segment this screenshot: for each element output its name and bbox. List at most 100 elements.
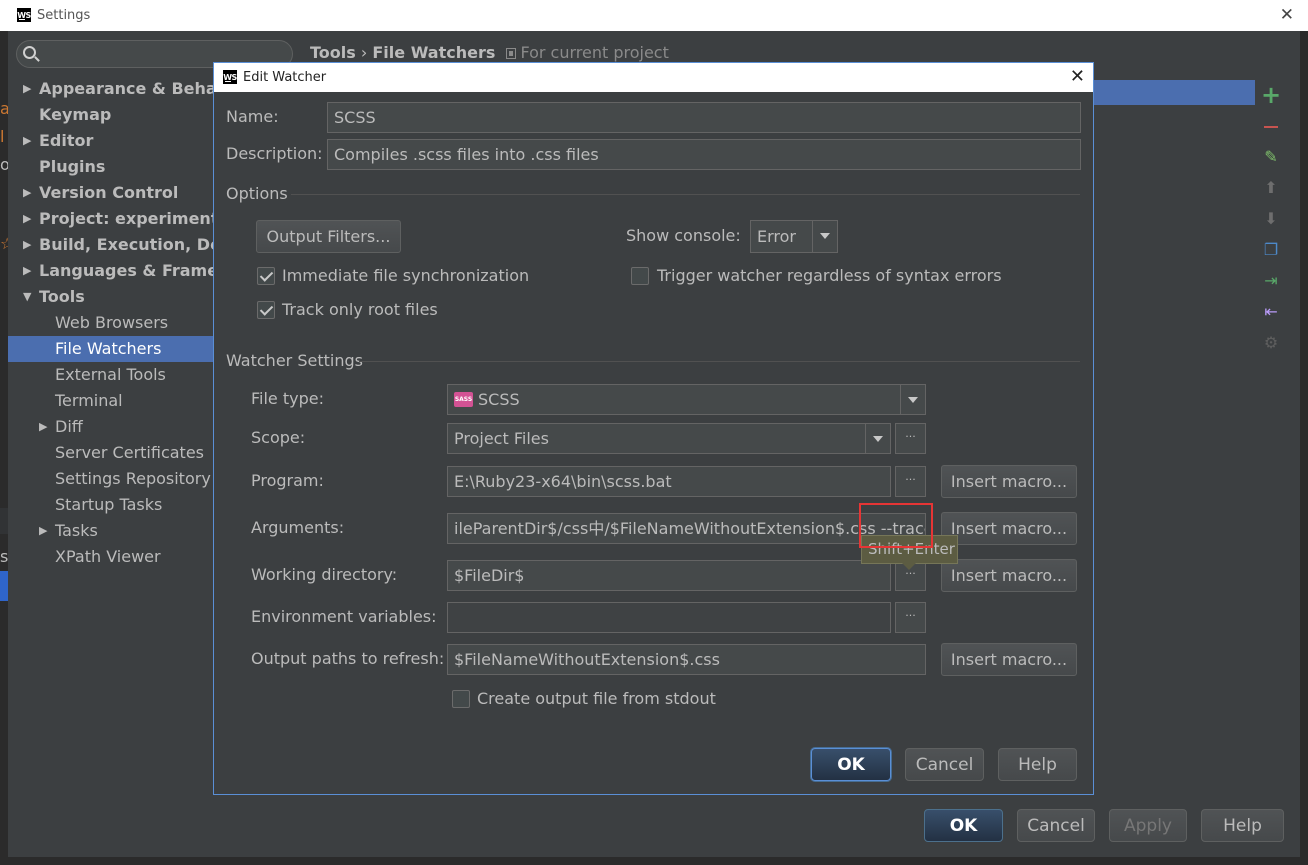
move-down-icon[interactable]: ⬇: [1256, 204, 1286, 234]
expand-arrow-icon: ▶: [23, 212, 32, 225]
program-insert-macro-button[interactable]: Insert macro...: [941, 465, 1077, 498]
watchers-table-selected-row[interactable]: [1092, 80, 1255, 105]
settings-cancel-button[interactable]: Cancel: [1017, 809, 1095, 842]
tree-item-build[interactable]: ▶Build, Execution, Deployment: [8, 232, 213, 258]
file-type-value: SCSS: [478, 390, 520, 409]
expand-arrow-icon: ▶: [23, 238, 32, 251]
webstorm-logo-icon: WS: [223, 70, 237, 84]
file-type-select[interactable]: SASS SCSS: [447, 384, 926, 415]
tree-item-tools[interactable]: ▼ Tools: [8, 284, 213, 310]
show-console-value: Error: [757, 227, 796, 246]
track-root-checkbox[interactable]: [257, 301, 275, 319]
watcher-settings-header: Watcher Settings: [226, 351, 363, 370]
tree-item-file-watchers[interactable]: File Watchers: [8, 336, 213, 362]
dialog-ok-button[interactable]: OK: [811, 748, 891, 781]
options-separator: [291, 194, 1080, 195]
immediate-sync-checkbox[interactable]: [257, 267, 275, 285]
breadcrumb-page: File Watchers: [372, 43, 496, 62]
copy-icon[interactable]: ❐: [1256, 235, 1286, 265]
arguments-field[interactable]: ileParentDir$/css中/$FileNameWithoutExten…: [447, 513, 926, 544]
dialog-title-bar: WS Edit Watcher ✕: [214, 63, 1093, 92]
trigger-watcher-checkbox[interactable]: [631, 267, 649, 285]
tree-item-startup-tasks[interactable]: Startup Tasks: [8, 492, 213, 518]
immediate-sync-label: Immediate file synchronization: [282, 266, 530, 285]
tree-item-web-browsers[interactable]: Web Browsers: [8, 310, 213, 336]
editor-background-strip-right: [1300, 31, 1308, 865]
create-output-checkbox[interactable]: [452, 690, 470, 708]
sass-file-icon: SASS: [454, 392, 473, 407]
tree-item-xpath-viewer[interactable]: XPath Viewer: [8, 544, 213, 570]
settings-ok-button[interactable]: OK: [924, 809, 1003, 842]
tree-item-editor[interactable]: ▶ Editor: [8, 128, 213, 154]
scope-label: Scope:: [251, 428, 306, 447]
window-title: Settings: [37, 8, 91, 23]
tree-item-tasks[interactable]: ▶ Tasks: [8, 518, 213, 544]
expand-arrow-icon: ▶: [23, 82, 32, 95]
create-output-label: Create output file from stdout: [477, 689, 716, 708]
breadcrumb-separator: ›: [360, 43, 368, 62]
expand-arrow-icon: ▶: [23, 134, 32, 147]
output-paths-insert-macro-button[interactable]: Insert macro...: [941, 643, 1077, 676]
program-browse-button[interactable]: ···: [895, 466, 926, 497]
remove-icon[interactable]: [1256, 111, 1286, 141]
edit-icon[interactable]: ✎: [1256, 142, 1286, 172]
move-up-icon[interactable]: ⬆: [1256, 173, 1286, 203]
output-paths-label: Output paths to refresh:: [251, 649, 445, 668]
close-icon[interactable]: ✕: [1070, 66, 1085, 87]
show-console-label: Show console:: [626, 226, 741, 245]
tree-item-languages[interactable]: ▶Languages & Frameworks: [8, 258, 213, 284]
expand-arrow-icon: ▶: [39, 420, 48, 433]
name-field[interactable]: SCSS: [327, 102, 1081, 133]
program-label: Program:: [251, 471, 324, 490]
tree-item-plugins[interactable]: Plugins: [8, 154, 213, 180]
track-root-label: Track only root files: [282, 300, 438, 319]
breadcrumb-section: Tools: [310, 43, 356, 62]
tree-item-terminal[interactable]: Terminal: [8, 388, 213, 414]
working-directory-label: Working directory:: [251, 565, 398, 584]
scope-select[interactable]: Project Files: [447, 423, 891, 454]
chevron-down-icon[interactable]: [812, 221, 837, 252]
arguments-insert-macro-button[interactable]: Insert macro...: [941, 512, 1077, 545]
output-filters-button[interactable]: Output Filters...: [256, 220, 401, 253]
options-header: Options: [226, 184, 288, 203]
breadcrumb: Tools › File Watchers For current projec…: [310, 43, 669, 62]
export-icon[interactable]: ⇤: [1256, 297, 1286, 327]
tree-item-project[interactable]: ▶ Project: experiment: [8, 206, 213, 232]
collapse-arrow-icon: ▼: [23, 290, 32, 303]
file-type-label: File type:: [251, 389, 324, 408]
close-icon[interactable]: ✕: [1280, 5, 1294, 25]
chevron-down-icon[interactable]: [900, 385, 925, 414]
show-console-select[interactable]: Error: [750, 220, 838, 253]
tree-item-server-certificates[interactable]: Server Certificates: [8, 440, 213, 466]
dialog-help-button[interactable]: Help: [998, 748, 1077, 781]
settings-title-bar: WS Settings ✕: [0, 0, 1308, 31]
arguments-label: Arguments:: [251, 518, 345, 537]
output-paths-field[interactable]: $FileNameWithoutExtension$.css: [447, 644, 926, 675]
tree-item-diff[interactable]: ▶ Diff: [8, 414, 213, 440]
environment-variables-browse-button[interactable]: ···: [895, 602, 926, 633]
name-label: Name:: [226, 107, 279, 126]
search-icon: [23, 46, 36, 59]
dialog-cancel-button[interactable]: Cancel: [905, 748, 984, 781]
scope-value: Project Files: [454, 429, 549, 448]
chevron-down-icon[interactable]: [865, 424, 890, 453]
tree-item-keymap[interactable]: Keymap: [8, 102, 213, 128]
watcher-settings-separator: [359, 361, 1080, 362]
description-field[interactable]: Compiles .scss files into .css files: [327, 139, 1081, 170]
working-directory-insert-macro-button[interactable]: Insert macro...: [941, 559, 1077, 592]
settings-icon[interactable]: ⚙: [1256, 328, 1286, 358]
add-icon[interactable]: +: [1256, 80, 1286, 110]
scope-browse-button[interactable]: ···: [895, 423, 926, 454]
tree-item-external-tools[interactable]: External Tools: [8, 362, 213, 388]
tree-item-settings-repository[interactable]: Settings Repository: [8, 466, 213, 492]
program-field[interactable]: E:\Ruby23-x64\bin\scss.bat: [447, 466, 891, 497]
dialog-title: Edit Watcher: [243, 70, 327, 85]
tooltip-pointer: [902, 563, 916, 570]
environment-variables-field[interactable]: [447, 602, 891, 633]
settings-help-button[interactable]: Help: [1201, 809, 1284, 842]
tree-item-appearance[interactable]: ▶Appearance & Behavior: [8, 76, 213, 102]
settings-apply-button[interactable]: Apply: [1109, 809, 1187, 842]
import-icon[interactable]: ⇥: [1256, 266, 1286, 296]
tree-item-version-control[interactable]: ▶ Version Control: [8, 180, 213, 206]
working-directory-field[interactable]: $FileDir$: [447, 560, 891, 591]
